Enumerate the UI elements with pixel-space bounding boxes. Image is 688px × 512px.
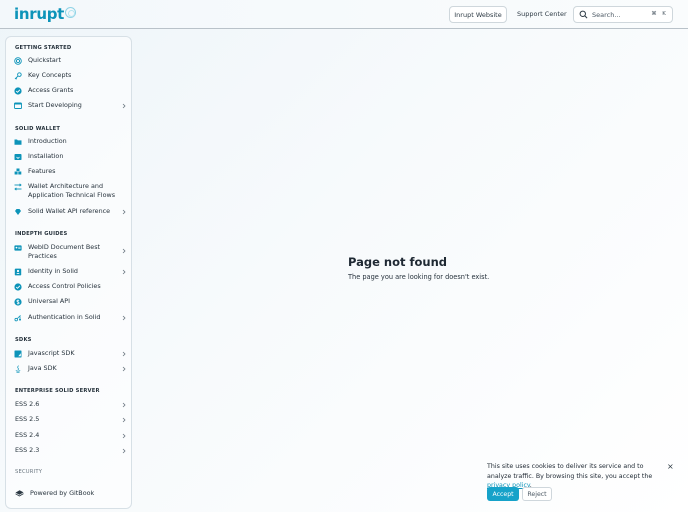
sidebar-item-javascript-sdk[interactable]: Javascript SDK (14, 349, 127, 358)
key-icon (14, 71, 22, 80)
section-title-getting-started: GETTING STARTED (15, 45, 72, 51)
sidebar-item-features[interactable]: Features (14, 167, 127, 176)
code-window-icon (14, 102, 22, 109)
java-icon (15, 364, 21, 373)
section-title-security: SECURITY (15, 469, 43, 475)
sidebar-item-solid-wallet-api-reference[interactable]: Solid Wallet API reference (14, 207, 127, 216)
keys-icon (14, 314, 21, 321)
section-title-solid-wallet: SOLID WALLET (15, 126, 61, 132)
sidebar-item-access-control-policies[interactable]: Access Control Policies (14, 282, 127, 291)
sidebar-item-label: ESS 2.3 (15, 446, 40, 454)
target-icon (14, 56, 22, 65)
accept-button[interactable]: Accept (487, 487, 519, 501)
shortcut-mod-key: ⌘ (651, 11, 657, 17)
sidebar-item-ess-2-6[interactable]: ESS 2.6 (14, 400, 127, 409)
inrupt-logo[interactable]: inrupt (14, 5, 77, 23)
sidebar-item-label: Universal API (28, 297, 71, 305)
chevron-right-icon[interactable] (121, 269, 127, 275)
js-icon (14, 350, 22, 357)
logo-mark-icon (65, 6, 77, 18)
sidebar-item-label: ESS 2.6 (15, 400, 40, 408)
section-title-enterprise-solid-server: ENTERPRISE SOLID SERVER (15, 388, 100, 394)
powered-by-gitbook-link[interactable]: Powered by GitBook (15, 488, 94, 497)
sidebar-item-label: Identity in Solid (28, 267, 78, 275)
powered-by-label: Powered by GitBook (30, 488, 95, 497)
sidebar-item-key-concepts[interactable]: Key Concepts (14, 71, 127, 80)
sidebar-item-introduction[interactable]: Introduction (14, 137, 127, 146)
sidebar-item-authentication-in-solid[interactable]: Authentication in Solid (14, 313, 127, 322)
chevron-right-icon[interactable] (121, 248, 127, 254)
identity-icon (14, 268, 22, 275)
sidebar-item-label: Access Control Policies (28, 282, 101, 290)
dollar-circle-icon (14, 297, 22, 306)
chevron-right-icon[interactable] (121, 402, 127, 408)
shortcut-k-key: K (662, 11, 666, 17)
sidebar-item-label: WebID Document Best Practices (28, 243, 101, 260)
top-header: inrupt Inrupt Website Support Center Sea… (0, 0, 688, 29)
section-title-indepth-guides: INDEPTH GUIDES (15, 231, 68, 237)
chevron-right-icon[interactable] (121, 448, 127, 454)
search-placeholder: Search... (592, 10, 621, 19)
check-circle-icon (14, 282, 22, 291)
sidebar-item-label: Start Developing (28, 101, 82, 109)
id-card-icon (14, 245, 22, 251)
sidebar-item-wallet-architecture[interactable]: Wallet Architecture and Application Tech… (14, 182, 127, 200)
sidebar-item-ess-2-5[interactable]: ESS 2.5 (14, 415, 127, 424)
sidebar-item-access-grants[interactable]: Access Grants (14, 86, 127, 95)
cookie-banner: This site uses cookies to deliver its se… (487, 462, 677, 501)
sidebar-item-label: Solid Wallet API reference (28, 207, 111, 215)
sidebar-item-label: Access Grants (28, 86, 74, 94)
chevron-right-icon[interactable] (121, 209, 127, 215)
chevron-right-icon[interactable] (121, 103, 127, 109)
sidebar-item-identity-in-solid[interactable]: Identity in Solid (14, 267, 127, 276)
inrupt-website-button[interactable]: Inrupt Website (449, 6, 507, 23)
search-input[interactable]: Search... ⌘ K (573, 6, 673, 23)
close-icon[interactable]: × (667, 462, 674, 471)
page-description: The page you are looking for doesn't exi… (348, 273, 490, 281)
sidebar-item-label: Authentication in Solid (28, 313, 101, 321)
sidebar-item-ess-2-3[interactable]: ESS 2.3 (14, 446, 127, 455)
sidebar-item-label: Key Concepts (28, 71, 72, 79)
sidebar-item-java-sdk[interactable]: Java SDK (14, 364, 127, 373)
section-title-sdks: SDKS (15, 337, 32, 343)
download-window-icon (14, 153, 22, 160)
sidebar-item-installation[interactable]: Installation (14, 152, 127, 161)
sidebar-item-webid-best-practices[interactable]: WebID Document Best Practices (14, 243, 127, 261)
support-center-link[interactable]: Support Center (517, 10, 567, 18)
sidebar-item-label: ESS 2.5 (15, 415, 40, 423)
logo-text: inrupt (14, 5, 65, 23)
diamond-icon (15, 208, 21, 215)
sidebar-item-label: Quickstart (28, 56, 61, 64)
sidebar-item-label: Features (28, 167, 56, 175)
chevron-right-icon[interactable] (121, 315, 127, 321)
flow-icon (14, 183, 22, 191)
chevron-right-icon[interactable] (121, 366, 127, 372)
sidebar-item-label: Wallet Architecture and Application Tech… (28, 182, 116, 199)
sidebar-item-ess-2-4[interactable]: ESS 2.4 (14, 431, 127, 440)
sidebar-item-label: ESS 2.4 (15, 431, 40, 439)
reject-button[interactable]: Reject (522, 487, 552, 501)
sidebar-item-universal-api[interactable]: Universal API (14, 297, 127, 306)
chevron-right-icon[interactable] (121, 417, 127, 423)
check-circle-icon (14, 86, 22, 95)
cookie-text: This site uses cookies to deliver its se… (487, 463, 653, 480)
chevron-right-icon[interactable] (121, 351, 127, 357)
gitbook-icon (15, 490, 24, 497)
sidebar-item-label: Javascript SDK (28, 349, 75, 357)
sidebar: GETTING STARTED Quickstart Key Concepts … (5, 36, 132, 509)
search-icon (579, 10, 588, 19)
sidebar-item-label: Java SDK (28, 364, 57, 372)
cubes-icon (14, 168, 22, 174)
sidebar-item-start-developing[interactable]: Start Developing (14, 101, 127, 110)
sidebar-item-label: Introduction (28, 137, 67, 145)
sidebar-item-quickstart[interactable]: Quickstart (14, 56, 127, 65)
chevron-right-icon[interactable] (121, 433, 127, 439)
sidebar-item-label: Installation (28, 152, 64, 160)
page-title: Page not found (348, 255, 448, 269)
folder-icon (14, 139, 22, 145)
